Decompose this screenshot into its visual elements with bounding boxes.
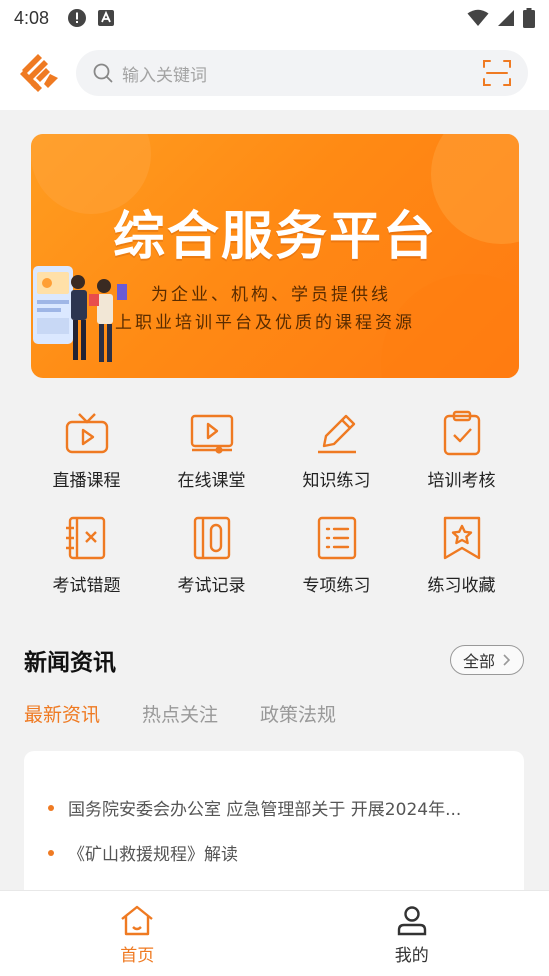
- menu-item-practice-favorites[interactable]: 练习收藏: [399, 515, 524, 596]
- battery-icon: [523, 8, 535, 28]
- chevron-right-icon: [503, 654, 511, 666]
- menu-item-exam-mistakes[interactable]: 考试错题: [24, 515, 149, 596]
- news-item-title: 国务院安委会办公室 应急管理部关于 开展2024年...: [68, 800, 462, 820]
- video-board-icon: [190, 414, 233, 454]
- search-bar[interactable]: 输入关键词: [76, 50, 528, 96]
- alert-icon: [68, 9, 87, 27]
- menu-label: 在线课堂: [177, 471, 246, 491]
- bullet-dot: [48, 804, 54, 811]
- wrong-book-icon: [65, 516, 105, 560]
- status-bar: 4:08: [0, 0, 549, 36]
- menu-label: 练习收藏: [427, 576, 496, 596]
- news-section-header: 新闻资讯 全部: [24, 640, 524, 680]
- tab-hot-topics[interactable]: 热点关注: [142, 700, 218, 727]
- menu-item-online-class[interactable]: 在线课堂: [149, 410, 274, 491]
- tab-latest-news[interactable]: 最新资讯: [24, 700, 100, 727]
- feature-grid: 直播课程 在线课堂 知识练习 培训考核 考试错题 考试记录 专项练习 练习收藏: [24, 410, 524, 596]
- status-time: 4:08: [14, 7, 50, 28]
- news-section-title: 新闻资讯: [24, 650, 116, 676]
- nav-home-label: 首页: [120, 946, 155, 966]
- nav-home[interactable]: 首页: [0, 891, 275, 976]
- menu-item-exam-records[interactable]: 考试记录: [149, 515, 274, 596]
- news-all-label: 全部: [462, 652, 495, 671]
- menu-label: 培训考核: [427, 471, 496, 491]
- news-tabs: 最新资讯 热点关注 政策法规: [24, 700, 336, 727]
- menu-item-live-course[interactable]: 直播课程: [24, 410, 149, 491]
- user-icon: [397, 906, 426, 936]
- search-icon: [93, 63, 113, 83]
- wifi-icon: [467, 9, 489, 26]
- bullet-dot: [48, 849, 54, 856]
- list-doc-icon: [317, 516, 356, 560]
- menu-item-special-practice[interactable]: 专项练习: [274, 515, 399, 596]
- tab-policy-regulations[interactable]: 政策法规: [260, 700, 336, 727]
- record-book-icon: [193, 516, 230, 560]
- list-item[interactable]: 国务院安委会办公室 应急管理部关于 开展2024年...: [24, 785, 524, 830]
- app-logo: [20, 54, 58, 92]
- banner-subtitle-line2: 上职业培训平台及优质的课程资源: [115, 313, 415, 333]
- pencil-icon: [317, 414, 356, 454]
- bottom-navigation: 首页 我的: [0, 890, 549, 976]
- menu-item-training-assessment[interactable]: 培训考核: [399, 410, 524, 491]
- live-tv-icon: [65, 413, 108, 454]
- list-item[interactable]: 《矿山救援规程》解读: [24, 830, 524, 875]
- search-input[interactable]: 输入关键词: [122, 61, 482, 86]
- home-icon: [121, 905, 153, 936]
- bookmark-star-icon: [443, 516, 480, 560]
- promo-banner[interactable]: 综合服务平台 为企业、机构、学员提供线 上职业培训平台及优质的课程资源: [31, 134, 519, 378]
- nav-mine-label: 我的: [394, 946, 429, 966]
- news-item-title: 《矿山救援规程》解读: [68, 845, 238, 865]
- signal-icon: [498, 10, 514, 26]
- scan-icon[interactable]: [482, 58, 512, 88]
- news-all-button[interactable]: 全部: [449, 645, 524, 675]
- menu-label: 直播课程: [52, 471, 121, 491]
- menu-label: 知识练习: [302, 471, 371, 491]
- banner-title: 综合服务平台: [112, 207, 437, 267]
- menu-label: 考试错题: [52, 576, 121, 596]
- nav-mine[interactable]: 我的: [275, 891, 549, 976]
- app-header: 输入关键词: [0, 36, 549, 110]
- menu-label: 考试记录: [177, 576, 246, 596]
- banner-subtitle-line1: 为企业、机构、学员提供线: [151, 285, 391, 305]
- clipboard-check-icon: [443, 410, 480, 456]
- menu-label: 专项练习: [302, 576, 371, 596]
- app-notification-icon: [98, 10, 115, 26]
- menu-item-knowledge-practice[interactable]: 知识练习: [274, 410, 399, 491]
